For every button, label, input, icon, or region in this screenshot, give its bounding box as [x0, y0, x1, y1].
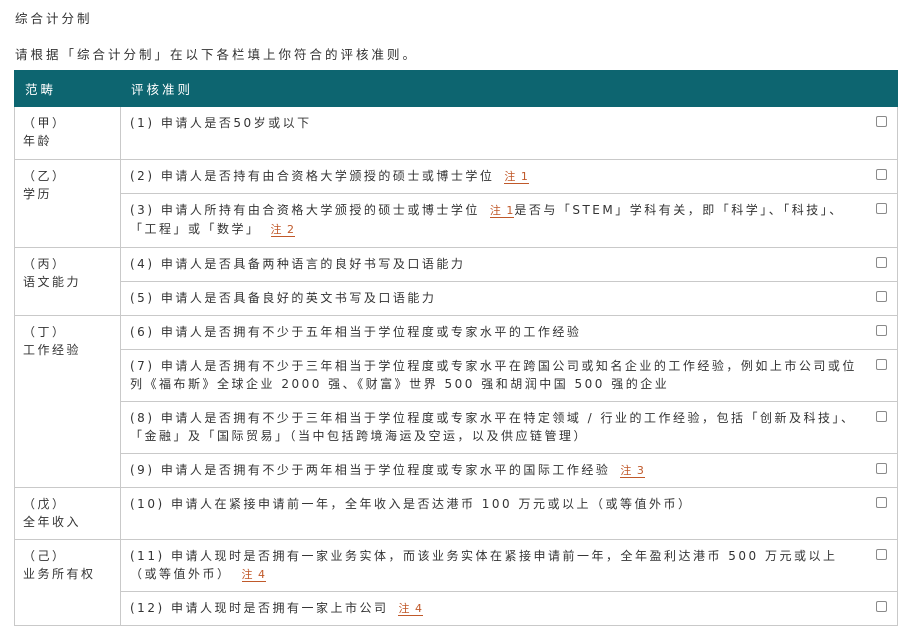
table-row: （甲） 年龄 (1) 申请人是否50岁或以下	[14, 106, 898, 160]
instruction-text: 请根据「综合计分制」在以下各栏填上你符合的评核准则。	[15, 47, 419, 62]
category-cell: （甲） 年龄	[14, 106, 121, 160]
table-header-row: 范畴 评核准则	[14, 70, 898, 107]
category-cell: （己） 业务所有权	[14, 539, 121, 626]
criteria-cell: (1) 申请人是否50岁或以下	[120, 106, 898, 160]
footnote-link[interactable]: 注 2	[270, 223, 296, 237]
criteria-cell: (3) 申请人所持有由合资格大学颁授的硕士或博士学位注 1是否与「STEM」学科…	[120, 193, 898, 248]
header-criteria: 评核准则	[120, 70, 898, 107]
criteria-text: (1) 申请人是否50岁或以下	[130, 116, 312, 130]
criteria-text: (6) 申请人是否拥有不少于五年相当于学位程度或专家水平的工作经验	[130, 325, 582, 339]
criteria-checkbox[interactable]	[876, 359, 887, 370]
criteria-text: (9) 申请人是否拥有不少于两年相当于学位程度或专家水平的国际工作经验	[130, 463, 611, 477]
page: 综合计分制 请根据「综合计分制」在以下各栏填上你符合的评核准则。 范畴 评核准则…	[0, 0, 916, 642]
table-row: （己） 业务所有权 (11) 申请人现时是否拥有一家业务实体，而该业务实体在紧接…	[14, 539, 898, 626]
category-code: （戊）	[23, 497, 67, 511]
criteria-cell: (7) 申请人是否拥有不少于三年相当于学位程度或专家水平在跨国公司或知名企业的工…	[120, 349, 898, 402]
criteria-text: (11) 申请人现时是否拥有一家业务实体，而该业务实体在紧接申请前一年，全年盈利…	[130, 549, 838, 581]
criteria-checkbox[interactable]	[876, 549, 887, 560]
criteria-cell: (8) 申请人是否拥有不少于三年相当于学位程度或专家水平在特定领域 / 行业的工…	[120, 401, 898, 454]
category-code: （丙）	[23, 257, 67, 271]
category-cell: （丁） 工作经验	[14, 315, 121, 488]
criteria-checkbox[interactable]	[876, 169, 887, 180]
header-category: 范畴	[14, 70, 121, 107]
category-cell: （乙） 学历	[14, 159, 121, 248]
table-row: (9) 申请人是否拥有不少于两年相当于学位程度或专家水平的国际工作经验注 3	[15, 453, 898, 488]
criteria-cell: (2) 申请人是否持有由合资格大学颁授的硕士或博士学位注 1	[120, 159, 898, 194]
criteria-cell: (5) 申请人是否具备良好的英文书写及口语能力	[120, 281, 898, 316]
table-row: （戊） 全年收入 (10) 申请人在紧接申请前一年，全年收入是否达港币 100 …	[14, 487, 898, 540]
criteria-cell: (4) 申请人是否具备两种语言的良好书写及口语能力	[120, 247, 898, 282]
category-label: 学历	[23, 187, 53, 201]
footnote-link[interactable]: 注 1	[504, 170, 529, 184]
footnote-link[interactable]: 注 4	[398, 602, 423, 616]
criteria-text: (4) 申请人是否具备两种语言的良好书写及口语能力	[130, 257, 466, 271]
category-label: 语文能力	[23, 275, 82, 289]
criteria-cell: (12) 申请人现时是否拥有一家上市公司注 4	[120, 591, 898, 626]
category-label: 全年收入	[23, 515, 82, 529]
table-row: (3) 申请人所持有由合资格大学颁授的硕士或博士学位注 1是否与「STEM」学科…	[15, 193, 898, 248]
criteria-checkbox[interactable]	[876, 257, 887, 268]
criteria-text: (2) 申请人是否持有由合资格大学颁授的硕士或博士学位	[130, 169, 495, 183]
category-label: 年龄	[23, 134, 53, 148]
criteria-checkbox[interactable]	[876, 463, 887, 474]
criteria-text: (7) 申请人是否拥有不少于三年相当于学位程度或专家水平在跨国公司或知名企业的工…	[130, 359, 857, 391]
category-cell: （戊） 全年收入	[14, 487, 121, 540]
criteria-checkbox[interactable]	[876, 203, 887, 214]
criteria-checkbox[interactable]	[876, 116, 887, 127]
assessment-table: 范畴 评核准则 （甲） 年龄 (1) 申请人是否50岁或以下 （乙） 学历 (2…	[14, 70, 898, 626]
criteria-checkbox[interactable]	[876, 497, 887, 508]
category-code: （己）	[23, 549, 67, 563]
criteria-checkbox[interactable]	[876, 291, 887, 302]
category-label: 业务所有权	[23, 567, 96, 581]
category-code: （乙）	[23, 169, 67, 183]
criteria-cell: (6) 申请人是否拥有不少于五年相当于学位程度或专家水平的工作经验	[120, 315, 898, 350]
criteria-checkbox[interactable]	[876, 325, 887, 336]
footnote-link[interactable]: 注 4	[241, 568, 267, 582]
category-code: （甲）	[23, 116, 67, 130]
table-row: (5) 申请人是否具备良好的英文书写及口语能力	[15, 281, 898, 316]
criteria-cell: (11) 申请人现时是否拥有一家业务实体，而该业务实体在紧接申请前一年，全年盈利…	[120, 539, 898, 592]
criteria-text: (3) 申请人所持有由合资格大学颁授的硕士或博士学位	[130, 203, 480, 217]
table-row: (7) 申请人是否拥有不少于三年相当于学位程度或专家水平在跨国公司或知名企业的工…	[15, 349, 898, 402]
section-title: 综合计分制	[15, 11, 93, 26]
criteria-text: (12) 申请人现时是否拥有一家上市公司	[130, 601, 389, 615]
table-row: (12) 申请人现时是否拥有一家上市公司注 4	[15, 591, 898, 626]
criteria-cell: (9) 申请人是否拥有不少于两年相当于学位程度或专家水平的国际工作经验注 3	[120, 453, 898, 488]
footnote-link[interactable]: 注 1	[489, 204, 515, 218]
criteria-text: (8) 申请人是否拥有不少于三年相当于学位程度或专家水平在特定领域 / 行业的工…	[130, 411, 856, 443]
criteria-text: (10) 申请人在紧接申请前一年，全年收入是否达港币 100 万元或以上（或等值…	[130, 497, 693, 511]
table-row: （丁） 工作经验 (6) 申请人是否拥有不少于五年相当于学位程度或专家水平的工作…	[14, 315, 898, 488]
criteria-checkbox[interactable]	[876, 411, 887, 422]
criteria-checkbox[interactable]	[876, 601, 887, 612]
table-row: （乙） 学历 (2) 申请人是否持有由合资格大学颁授的硕士或博士学位注 1	[14, 159, 898, 248]
category-cell: （丙） 语文能力	[14, 247, 121, 316]
category-label: 工作经验	[23, 343, 82, 357]
table-row: (8) 申请人是否拥有不少于三年相当于学位程度或专家水平在特定领域 / 行业的工…	[15, 401, 898, 454]
category-code: （丁）	[23, 325, 67, 339]
footnote-link[interactable]: 注 3	[620, 464, 645, 478]
criteria-cell: (10) 申请人在紧接申请前一年，全年收入是否达港币 100 万元或以上（或等值…	[120, 487, 898, 540]
table-row: （丙） 语文能力 (4) 申请人是否具备两种语言的良好书写及口语能力	[14, 247, 898, 316]
criteria-text: (5) 申请人是否具备良好的英文书写及口语能力	[130, 291, 437, 305]
